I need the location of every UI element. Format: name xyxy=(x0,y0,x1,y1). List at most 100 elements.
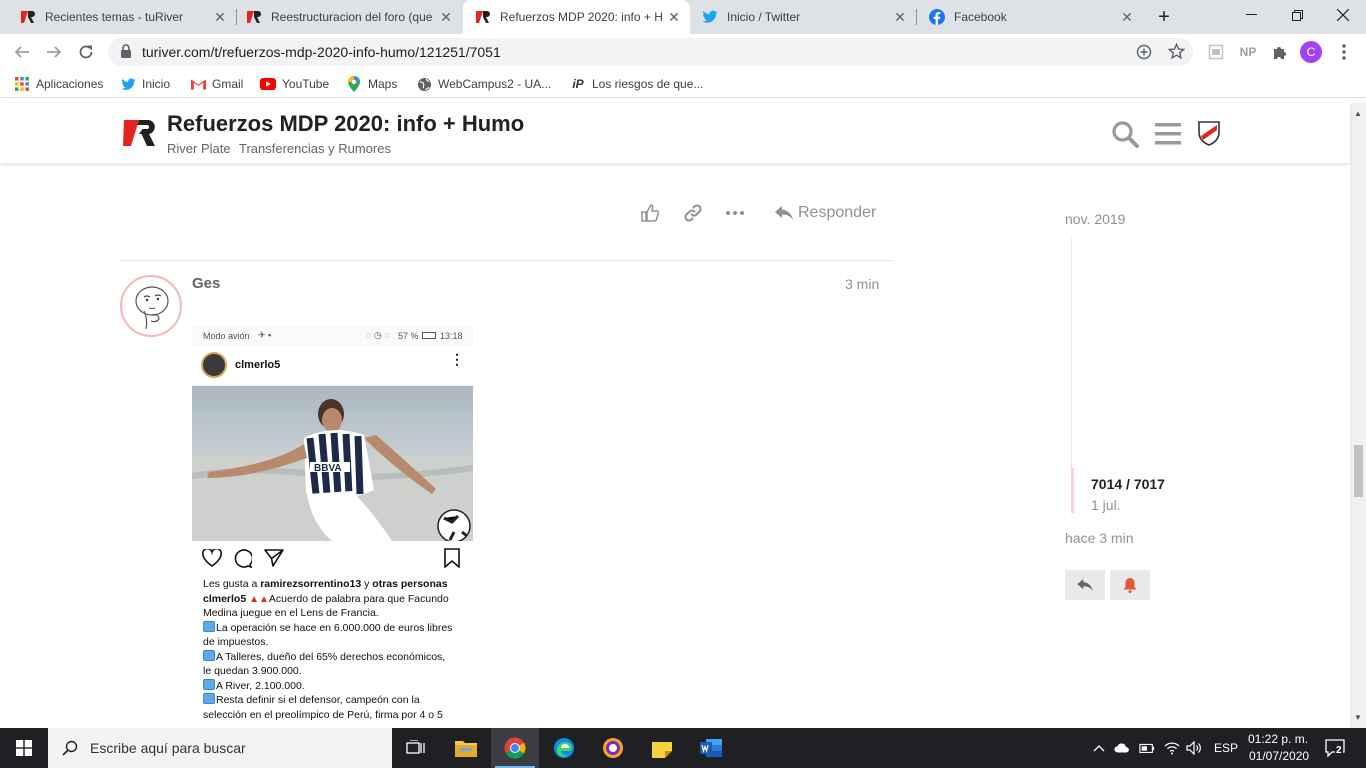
timeline-start-date[interactable]: nov. 2019 xyxy=(1065,211,1125,227)
post-time[interactable]: 3 min xyxy=(845,276,879,292)
tab-twitter[interactable]: Inicio / Twitter ✕ xyxy=(690,0,916,34)
like-thumb-icon[interactable] xyxy=(640,203,660,223)
breadcrumb-subcategory[interactable]: Transferencias y Rumores xyxy=(239,141,391,156)
tab-facebook[interactable]: Facebook ✕ xyxy=(917,0,1143,34)
bookmark-maps[interactable]: Maps xyxy=(346,75,397,93)
close-tab-icon[interactable]: ✕ xyxy=(666,9,682,25)
tab-reestructuracion[interactable]: Reestructuracion del foro (que ✕ xyxy=(226,0,462,34)
timeline-handle[interactable] xyxy=(1071,468,1074,513)
minimize-icon[interactable] xyxy=(1228,0,1274,30)
timeline-end-label[interactable]: hace 3 min xyxy=(1065,530,1133,546)
topic-title[interactable]: Refuerzos MDP 2020: info + Humo xyxy=(167,111,524,137)
restore-icon[interactable] xyxy=(1274,0,1320,30)
ig-caption-line: selección en el preolímpico de Perú, fir… xyxy=(203,709,443,721)
maps-pin-icon xyxy=(346,76,362,92)
tab-recientes[interactable]: Recientes temas - tuRiver ✕ xyxy=(0,0,236,34)
bookmark-riesgos[interactable]: iP Los riesgos de que... xyxy=(570,75,703,93)
extensions-puzzle-icon[interactable] xyxy=(1270,42,1290,62)
reply-button[interactable]: Responder xyxy=(775,201,876,225)
sticky-notes-icon[interactable] xyxy=(638,728,686,768)
extension-np-icon[interactable]: NP xyxy=(1238,42,1258,62)
battery-icon[interactable] xyxy=(1139,740,1155,756)
ig-avatar xyxy=(201,352,227,378)
bookmark-gmail[interactable]: Gmail xyxy=(190,75,243,93)
address-bar[interactable]: turiver.com/t/refuerzos-mdp-2020-info-hu… xyxy=(108,38,1193,66)
timeline-position: 7014 / 7017 xyxy=(1091,476,1165,492)
lock-icon[interactable] xyxy=(120,44,132,64)
close-window-icon[interactable] xyxy=(1320,0,1366,30)
back-arrow-icon[interactable] xyxy=(8,38,36,66)
close-tab-icon[interactable]: ✕ xyxy=(1119,9,1135,25)
ig-photo: BBVA xyxy=(192,386,473,541)
post-image-instagram-screenshot[interactable]: Modo avión ✈ ▪ ◌ ◷ ◌ 57 % 13:18 clmerlo5… xyxy=(192,326,473,728)
new-tab-plus-icon[interactable]: + xyxy=(1152,6,1176,28)
facebook-icon xyxy=(929,9,945,25)
taskbar-search-box[interactable]: Escribe aquí para buscar xyxy=(48,728,392,768)
bookmark-inicio[interactable]: Inicio xyxy=(120,75,170,93)
ig-like-heart-icon xyxy=(202,547,222,572)
bookmark-youtube[interactable]: YouTube xyxy=(260,75,329,93)
show-hidden-icons-chevron-icon[interactable] xyxy=(1091,740,1107,756)
scrollbar-thumb[interactable] xyxy=(1354,445,1363,497)
scroll-down-arrow-icon[interactable]: ▼ xyxy=(1354,713,1362,722)
site-favicon-icon: iP xyxy=(572,77,584,91)
ig-post-header: clmerlo5 ⋮ xyxy=(192,346,473,386)
reply-arrow-icon xyxy=(1077,579,1093,591)
more-options-ellipsis-icon[interactable] xyxy=(725,203,745,223)
add-to-page-icon[interactable] xyxy=(1136,44,1152,65)
word-icon[interactable] xyxy=(687,728,735,768)
profile-avatar[interactable]: C xyxy=(1300,41,1322,63)
ig-caption-line: Resta definir si el defensor, campeón co… xyxy=(203,693,465,708)
wifi-icon[interactable] xyxy=(1164,740,1180,756)
breadcrumb-category[interactable]: River Plate xyxy=(167,141,231,156)
ig-comment-icon xyxy=(233,549,254,573)
extension-tab-icon[interactable] xyxy=(1206,42,1226,62)
close-tab-icon[interactable]: ✕ xyxy=(438,9,454,25)
turiver-logo-icon[interactable] xyxy=(122,118,158,153)
close-tab-icon[interactable]: ✕ xyxy=(892,9,908,25)
arrow-key-emoji-icon xyxy=(203,693,215,704)
task-view-icon[interactable] xyxy=(392,728,440,768)
onedrive-cloud-icon[interactable] xyxy=(1114,740,1130,756)
windows-start-icon[interactable] xyxy=(0,728,48,768)
status-icons: ✈ ▪ xyxy=(258,330,272,340)
browser-toolbar: turiver.com/t/refuerzos-mdp-2020-info-hu… xyxy=(0,34,1366,70)
clock-date[interactable]: 01/07/2020 xyxy=(1249,749,1309,763)
clock-time[interactable]: 01:22 p. m. xyxy=(1248,732,1308,746)
brave-browser-icon[interactable] xyxy=(589,728,637,768)
menu-kebab-icon[interactable] xyxy=(1334,42,1354,62)
site-header: Refuerzos MDP 2020: info + Humo River Pl… xyxy=(0,103,1350,163)
bookmark-star-icon[interactable] xyxy=(1167,42,1186,65)
bookmark-webcampus[interactable]: WebCampus2 - UA... xyxy=(416,75,551,93)
scroll-up-arrow-icon[interactable]: ▲ xyxy=(1354,109,1362,118)
user-avatar[interactable] xyxy=(120,275,182,337)
notifications-button[interactable] xyxy=(1110,570,1150,600)
edge-icon[interactable] xyxy=(540,728,588,768)
ig-likes-line: Les gusta a ramirezsorrentino13 y otras … xyxy=(203,578,448,590)
tab-refuerzos[interactable]: Refuerzos MDP 2020: info + H ✕ xyxy=(463,0,690,34)
globe-icon xyxy=(416,76,432,92)
twitter-icon xyxy=(120,76,136,92)
input-language-indicator[interactable]: ESP xyxy=(1214,741,1238,755)
notification-count: 2 xyxy=(1335,745,1343,756)
chrome-icon[interactable] xyxy=(491,728,539,768)
twitter-icon xyxy=(702,9,718,25)
timeline-reply-button[interactable] xyxy=(1065,570,1105,600)
ig-share-icon xyxy=(264,549,284,572)
file-explorer-icon[interactable] xyxy=(442,728,490,768)
ig-more-icon: ⋮ xyxy=(450,351,464,367)
reload-icon[interactable] xyxy=(72,38,100,66)
svg-text:BBVA: BBVA xyxy=(314,463,342,474)
page-scrollbar[interactable]: ▲ ▼ xyxy=(1350,103,1366,728)
search-icon[interactable] xyxy=(1111,120,1139,153)
post-username[interactable]: Ges xyxy=(192,275,220,292)
user-avatar-river-crest-icon[interactable] xyxy=(1198,120,1220,151)
notification-center-icon[interactable]: 2 xyxy=(1324,738,1346,758)
bell-icon xyxy=(1123,577,1137,593)
bookmark-apps[interactable]: Aplicaciones xyxy=(14,75,103,93)
arrow-key-emoji-icon xyxy=(203,650,215,661)
share-link-icon[interactable] xyxy=(683,203,703,223)
forward-arrow-icon[interactable] xyxy=(40,38,68,66)
volume-speaker-icon[interactable] xyxy=(1186,740,1202,756)
hamburger-menu-icon[interactable] xyxy=(1155,123,1181,150)
